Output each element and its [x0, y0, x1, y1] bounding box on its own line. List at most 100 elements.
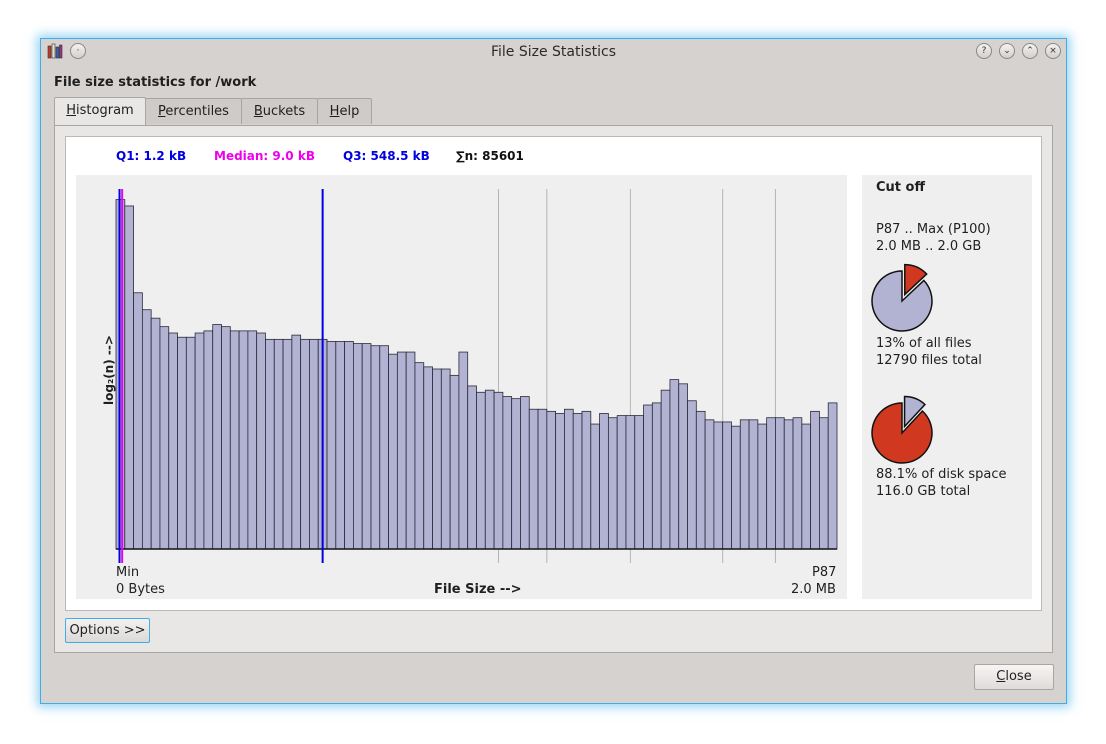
histogram-bar-42: [484, 389, 495, 550]
histogram-bar-2: [133, 292, 143, 550]
histogram-bar-13: [229, 330, 240, 550]
histogram-bar-18: [273, 338, 284, 550]
help-icon[interactable]: ?: [976, 43, 992, 59]
x-axis-label: File Size -->: [434, 582, 522, 597]
histogram-bar-20: [291, 334, 302, 550]
window-title: File Size Statistics: [490, 44, 617, 60]
histogram-bar-17: [265, 338, 275, 550]
histogram-bar-51: [564, 408, 574, 550]
histogram-bar-37: [440, 368, 451, 550]
histogram-bar-53: [581, 410, 592, 550]
count-stat: ∑n: 85601: [456, 149, 524, 163]
histogram-bar-48: [537, 408, 548, 550]
tab-histogram[interactable]: Histogram: [54, 97, 146, 125]
histogram-bar-81: [827, 402, 838, 550]
minimize-icon[interactable]: ⌄: [999, 43, 1015, 59]
median-stat: Median: 9.0 kB: [214, 149, 315, 163]
histogram-bar-50: [555, 413, 565, 550]
histogram-bar-38: [449, 374, 460, 550]
histogram-bar-76: [783, 419, 794, 550]
tab-histogram-label: istogram: [76, 103, 134, 118]
tab-percentiles[interactable]: Percentiles: [145, 98, 242, 124]
histogram-bar-24: [326, 341, 337, 550]
histogram-bar-39: [458, 351, 469, 550]
histogram-bar-66: [695, 410, 706, 550]
histogram-bar-26: [344, 341, 354, 550]
close-button-label: lose: [1005, 669, 1032, 684]
histogram-bar-79: [810, 410, 820, 550]
books-app-icon[interactable]: [47, 43, 63, 59]
x-min-value: 0 Bytes: [116, 582, 165, 597]
files-pie-remainder: [871, 270, 933, 332]
maximize-icon[interactable]: ⌃: [1022, 43, 1038, 59]
histogram-bar-44: [502, 396, 513, 550]
histogram-bar-32: [396, 351, 407, 550]
histogram-bar-47: [528, 408, 539, 550]
tab-buckets[interactable]: Buckets: [241, 98, 318, 124]
files-pie-chart: [871, 263, 933, 332]
tab-help[interactable]: Help: [317, 98, 372, 124]
histogram-bar-68: [713, 421, 724, 550]
histogram-bar-3: [141, 309, 152, 550]
disk-pie-cutoff-share: [871, 402, 933, 464]
histogram-bar-4: [150, 317, 161, 550]
tab-histogram-mnemonic: H: [66, 103, 77, 118]
histogram-bar-65: [687, 400, 697, 550]
histogram-bar-73: [757, 423, 768, 550]
x-max-label: P87: [812, 565, 837, 580]
pin-icon[interactable]: ·: [70, 43, 86, 59]
histogram-bar-63: [669, 379, 680, 550]
histogram-bar-46: [520, 396, 530, 550]
histogram-bar-10: [203, 330, 214, 550]
histogram-bar-71: [739, 419, 750, 550]
close-icon[interactable]: ×: [1045, 43, 1061, 59]
histogram-bar-77: [792, 417, 803, 550]
histogram-bar-7: [177, 336, 187, 550]
histogram-bar-9: [194, 332, 205, 550]
close-button[interactable]: Close: [974, 664, 1054, 690]
histogram-bar-49: [546, 410, 557, 550]
histogram-bar-72: [748, 419, 759, 550]
histogram-panel: Q1: 1.2 kB Median: 9.0 kB Q3: 548.5 kB ∑…: [65, 136, 1042, 611]
histogram-bar-69: [722, 421, 732, 550]
cutoff-title: Cut off: [876, 180, 925, 195]
cutoff-range-value: 2.0 MB .. 2.0 GB: [876, 239, 982, 254]
histogram-bar-11: [212, 324, 222, 550]
histogram-bar-54: [590, 423, 600, 550]
histogram-bar-41: [476, 391, 486, 550]
histogram-bar-28: [361, 343, 372, 550]
histogram-chart[interactable]: log₂(n) --> Min 0 Bytes File Size --> P8…: [76, 175, 847, 599]
disk-percent-text: 88.1% of disk space: [876, 467, 1007, 482]
disk-total-text: 116.0 GB total: [876, 484, 971, 499]
histogram-bar-16: [256, 332, 266, 550]
files-total-text: 12790 files total: [876, 353, 982, 368]
histogram-bar-14: [238, 330, 249, 550]
tab-percentiles-label: ercentiles: [165, 104, 229, 119]
histogram-bar-74: [766, 417, 776, 550]
y-axis-label: log₂(n) -->: [102, 335, 116, 405]
histogram-svg: [115, 189, 838, 563]
histogram-bar-31: [388, 353, 398, 550]
histogram-bar-15: [247, 330, 258, 550]
histogram-bar-80: [819, 417, 829, 550]
histogram-bar-43: [493, 391, 504, 550]
tab-help-mnemonic: H: [329, 104, 340, 119]
q1-stat: Q1: 1.2 kB: [116, 149, 187, 163]
histogram-bar-27: [352, 343, 363, 550]
histogram-bar-62: [660, 389, 671, 550]
options-button[interactable]: Options >>: [65, 618, 150, 643]
histogram-bar-56: [607, 417, 618, 550]
histogram-bar-21: [300, 338, 310, 550]
histogram-bar-19: [282, 338, 293, 550]
title-bar[interactable]: · File Size Statistics ? ⌄ ⌃ ×: [41, 39, 1066, 65]
histogram-bar-60: [643, 404, 653, 550]
histogram-bar-1: [124, 205, 134, 550]
histogram-bar-12: [221, 326, 231, 550]
histogram-bar-22: [309, 338, 319, 550]
q3-stat: Q3: 548.5 kB: [343, 149, 430, 163]
histogram-bar-34: [414, 362, 425, 550]
histogram-bar-61: [651, 402, 662, 550]
histogram-bar-67: [704, 419, 715, 550]
histogram-bar-45: [511, 398, 521, 550]
histogram-bar-36: [432, 368, 442, 550]
